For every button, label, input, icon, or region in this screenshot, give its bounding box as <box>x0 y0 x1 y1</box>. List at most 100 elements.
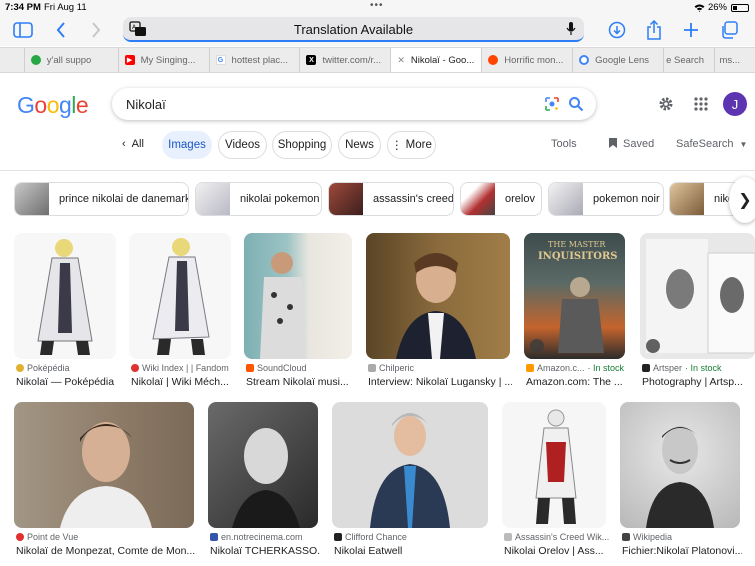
microphone-icon[interactable] <box>566 21 576 37</box>
search-icon[interactable] <box>568 96 584 112</box>
related-thumb <box>549 183 583 215</box>
related-thumb <box>670 183 704 215</box>
tab-more[interactable]: ⋮ More <box>387 131 436 159</box>
tab-overview-icon[interactable] <box>716 18 742 42</box>
chevron-left-icon: ‹ <box>122 138 126 150</box>
result-image[interactable] <box>129 233 231 359</box>
result-image[interactable] <box>502 402 606 528</box>
tab-item[interactable]: X twitter.com/r... <box>300 48 392 72</box>
result-image[interactable] <box>620 402 740 528</box>
new-tab-icon[interactable] <box>678 18 704 42</box>
tab-shopping[interactable]: Shopping <box>272 131 332 159</box>
svg-text:THE MASTER: THE MASTER <box>548 240 606 249</box>
google-lens-icon[interactable] <box>544 96 560 112</box>
tab-news[interactable]: News <box>338 131 381 159</box>
result-title[interactable]: Photography | Artsp... <box>642 376 755 388</box>
back-to-all[interactable]: ‹ All <box>122 138 144 150</box>
result-title[interactable]: Interview: Nikolaï Lugansky | ... <box>368 376 512 388</box>
close-icon[interactable]: ✕ <box>397 55 405 66</box>
battery-percent: 26% <box>707 2 727 13</box>
chevron-right-icon[interactable]: ❯ <box>729 177 755 223</box>
image-result[interactable]: Wikipedia Fichier:Nikolaï Platonovi... <box>620 402 742 562</box>
result-image[interactable] <box>244 233 352 359</box>
favicon-icon <box>131 364 139 372</box>
source-label: Chilperic <box>379 363 415 373</box>
related-chip[interactable]: orelov <box>460 182 542 216</box>
related-label: prince nikolai de danemark <box>59 193 189 205</box>
result-title[interactable]: Amazon.com: The ... <box>526 376 627 388</box>
more-label: More <box>405 139 432 151</box>
tab-item[interactable]: ▶ My Singing... <box>119 48 210 72</box>
related-chip[interactable]: nikolai pokemon <box>195 182 322 216</box>
related-chip[interactable]: prince nikolai de danemark <box>14 182 189 216</box>
search-query[interactable]: Nikolaï <box>126 97 166 112</box>
result-title[interactable]: Stream Nikolaï musi... <box>246 376 354 388</box>
tab-pinned[interactable] <box>0 48 25 72</box>
tab-videos[interactable]: Videos <box>218 131 267 159</box>
address-bar[interactable]: A Translation Available <box>123 17 584 42</box>
result-source: Clifford Chance <box>334 532 407 542</box>
result-source: Chilperic <box>368 363 414 373</box>
avatar[interactable]: J <box>723 92 747 116</box>
search-box[interactable]: Nikolaï <box>112 88 596 120</box>
result-title[interactable]: Nikolaï TCHERKASSO... <box>210 545 320 557</box>
favicon-icon <box>210 533 218 541</box>
result-title[interactable]: Nikolaï | Wiki Méch... <box>131 376 233 388</box>
tab-item[interactable]: y'all suppo <box>25 48 119 72</box>
related-chip[interactable]: assassin's creed <box>328 182 454 216</box>
related-chip[interactable]: pokemon noir <box>548 182 664 216</box>
sidebar-toggle-icon[interactable] <box>10 18 36 42</box>
status-bar: 7:34 PM Fri Aug 11 ••• 26% <box>0 0 755 14</box>
result-title[interactable]: Nikolai Orelov | Ass... <box>504 545 608 557</box>
image-result[interactable]: Artsper · In stock Photography | Artsp... <box>640 233 755 388</box>
tab-item[interactable]: e Search <box>664 48 716 72</box>
saved-button[interactable]: Saved <box>609 138 654 150</box>
result-title[interactable]: Nikolaï — Poképédia <box>16 376 118 388</box>
download-icon[interactable] <box>604 18 630 42</box>
wifi-icon <box>694 4 705 12</box>
tab-images[interactable]: Images <box>162 131 212 159</box>
tab-item[interactable]: Horrific mon... <box>482 48 574 72</box>
back-button[interactable] <box>48 18 74 42</box>
tab-label: twitter.com/r... <box>322 54 382 66</box>
tab-item[interactable]: G hottest plac... <box>210 48 301 72</box>
tab-active[interactable]: ✕ Nikolaï - Goo... <box>391 48 483 72</box>
result-image[interactable] <box>332 402 488 528</box>
gear-icon[interactable] <box>657 95 675 113</box>
result-title[interactable]: Fichier:Nikolaï Platonovi... <box>622 545 742 557</box>
filter-bar: ‹ All Images Videos Shopping News ⋮ More T… <box>0 131 755 159</box>
image-result[interactable]: Wiki Index | | Fandom Nikolaï | Wiki Méc… <box>129 233 231 388</box>
forward-button[interactable] <box>83 18 109 42</box>
share-icon[interactable] <box>641 18 667 42</box>
more-vert-icon: ⋮ <box>391 140 403 152</box>
result-image[interactable] <box>366 233 510 359</box>
tab-item[interactable]: Google Lens <box>573 48 665 72</box>
result-title[interactable]: Nikolaï de Monpezat, Comte de Mon... <box>16 545 196 557</box>
related-thumb <box>196 183 230 215</box>
related-label: orelov <box>505 193 535 205</box>
image-result[interactable]: SoundCloud Stream Nikolaï musi... <box>244 233 352 388</box>
image-result[interactable]: Assassin's Creed Wik... Nikolai Orelov |… <box>502 402 609 562</box>
image-result[interactable]: Chilperic Interview: Nikolaï Lugansky | … <box>366 233 512 388</box>
result-image[interactable] <box>14 402 194 528</box>
result-image[interactable]: THE MASTER INQUISITORS <box>524 233 625 359</box>
image-result[interactable]: Clifford Chance Nikolai Eatwell <box>332 402 488 562</box>
google-logo[interactable]: Google <box>17 92 89 119</box>
image-result[interactable]: Poképédia Nikolaï — Poképédia <box>14 233 116 388</box>
x-icon: X <box>306 55 317 65</box>
result-title[interactable]: Nikolai Eatwell <box>334 545 490 557</box>
image-result[interactable]: Point de Vue Nikolaï de Monpezat, Comte … <box>14 402 196 562</box>
apps-grid-icon[interactable] <box>693 96 709 112</box>
image-result[interactable]: THE MASTER INQUISITORS Amazon.c... · In st… <box>524 233 625 388</box>
result-image[interactable] <box>208 402 318 528</box>
tools-button[interactable]: Tools <box>551 138 577 150</box>
source-label: Wikipedia <box>633 532 673 542</box>
image-result[interactable]: en.notrecinema.com Nikolaï TCHERKASSO... <box>208 402 320 562</box>
multitasking-dots-icon[interactable]: ••• <box>370 0 384 11</box>
result-image[interactable] <box>640 233 755 359</box>
tab-label: hottest plac... <box>231 54 289 66</box>
tab-item[interactable]: ms... <box>715 48 755 72</box>
result-image[interactable] <box>14 233 116 359</box>
safesearch-button[interactable]: SafeSearch ▼ <box>676 138 747 150</box>
lens-icon <box>579 55 590 65</box>
